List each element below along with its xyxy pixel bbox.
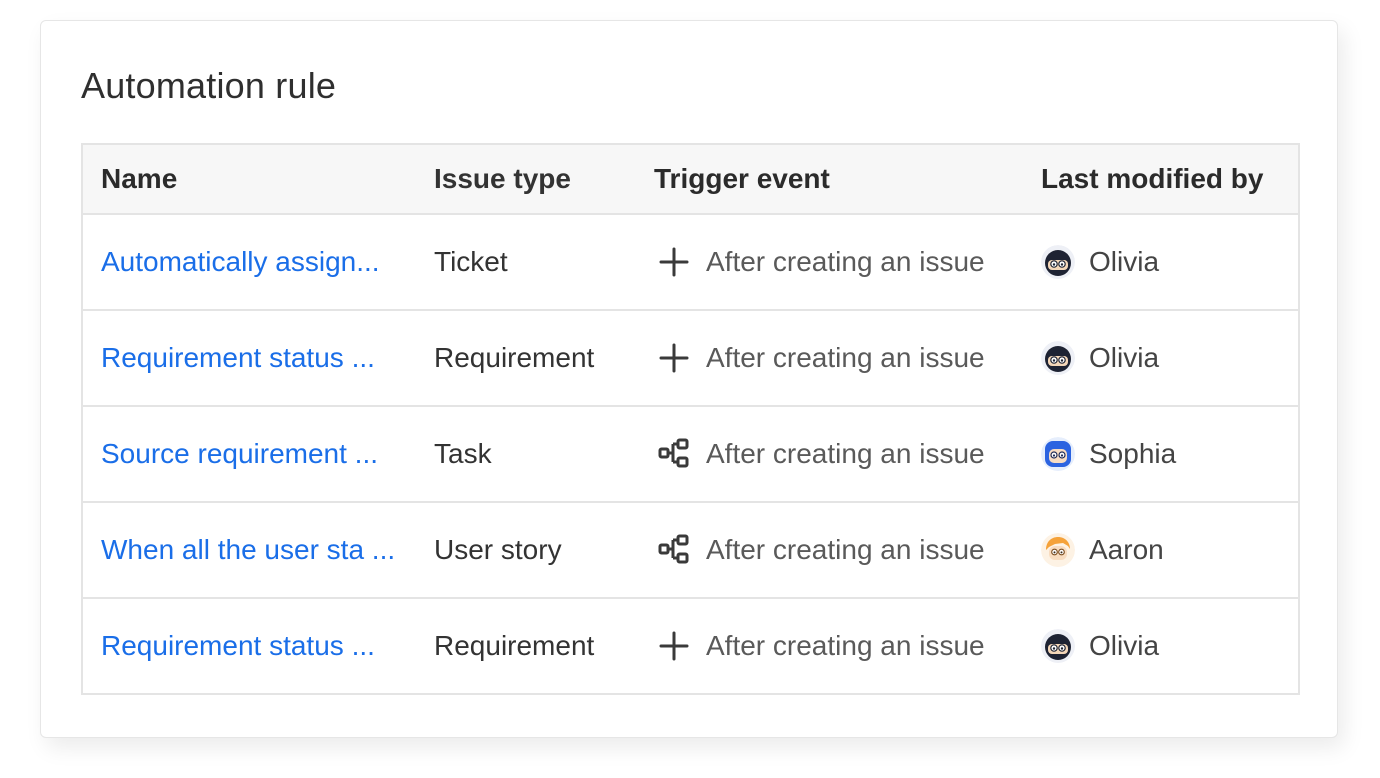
plus-icon <box>654 626 694 666</box>
issue-type-cell: User story <box>434 534 562 565</box>
user-name: Olivia <box>1089 246 1160 277</box>
rule-name-link[interactable]: Automatically assign... <box>101 246 380 278</box>
last-modified-cell: Sophia <box>1023 437 1298 471</box>
trigger-event-label: After creating an issue <box>706 342 985 373</box>
rule-name-link[interactable]: When all the user sta ... <box>101 534 395 566</box>
table-row[interactable]: Requirement status ... Requirement After… <box>83 597 1298 693</box>
table-row[interactable]: When all the user sta ... User story Aft… <box>83 501 1298 597</box>
issue-type-cell: Task <box>434 438 492 469</box>
avatar-olivia <box>1041 341 1075 375</box>
table-row[interactable]: Requirement status ... Requirement After… <box>83 309 1298 405</box>
trigger-event-label: After creating an issue <box>706 438 985 469</box>
user-name: Olivia <box>1089 630 1160 661</box>
table-row[interactable]: Automatically assign... Ticket After cre… <box>83 213 1298 309</box>
column-header-name[interactable]: Name <box>83 163 416 195</box>
plus-icon <box>654 242 694 282</box>
automation-rules-table: Name Issue type Trigger event Last modif… <box>81 143 1300 695</box>
last-modified-cell: Aaron <box>1023 533 1298 567</box>
trigger-event-label: After creating an issue <box>706 246 985 277</box>
issue-type-cell: Requirement <box>434 630 595 661</box>
last-modified-cell: Olivia <box>1023 341 1298 375</box>
avatar-aaron <box>1041 533 1075 567</box>
trigger-event-cell: After creating an issue <box>636 434 1023 474</box>
trigger-event-cell: After creating an issue <box>636 530 1023 570</box>
trigger-event-cell: After creating an issue <box>636 242 1023 282</box>
avatar-olivia <box>1041 629 1075 663</box>
trigger-event-label: After creating an issue <box>706 534 985 565</box>
user-name: Sophia <box>1089 438 1177 469</box>
rule-name-link[interactable]: Source requirement ... <box>101 438 378 470</box>
column-header-issue-type[interactable]: Issue type <box>416 163 636 195</box>
avatar-olivia <box>1041 245 1075 279</box>
last-modified-cell: Olivia <box>1023 629 1298 663</box>
workflow-icon <box>654 530 694 570</box>
plus-icon <box>654 338 694 378</box>
issue-type-cell: Ticket <box>434 246 508 277</box>
workflow-icon <box>654 434 694 474</box>
trigger-event-cell: After creating an issue <box>636 338 1023 378</box>
table-header-row: Name Issue type Trigger event Last modif… <box>83 145 1298 213</box>
user-name: Olivia <box>1089 342 1160 373</box>
column-header-last-modified-by[interactable]: Last modified by <box>1023 163 1298 195</box>
avatar-sophia <box>1041 437 1075 471</box>
rule-name-link[interactable]: Requirement status ... <box>101 630 375 662</box>
issue-type-cell: Requirement <box>434 342 595 373</box>
page-title: Automation rule <box>81 65 337 106</box>
trigger-event-cell: After creating an issue <box>636 626 1023 666</box>
user-name: Aaron <box>1089 534 1164 565</box>
column-header-trigger-event[interactable]: Trigger event <box>636 163 1023 195</box>
trigger-event-label: After creating an issue <box>706 630 985 661</box>
table-row[interactable]: Source requirement ... Task After creati… <box>83 405 1298 501</box>
automation-rule-card: Automation rule Name Issue type Trigger … <box>40 20 1338 738</box>
rule-name-link[interactable]: Requirement status ... <box>101 342 375 374</box>
last-modified-cell: Olivia <box>1023 245 1298 279</box>
